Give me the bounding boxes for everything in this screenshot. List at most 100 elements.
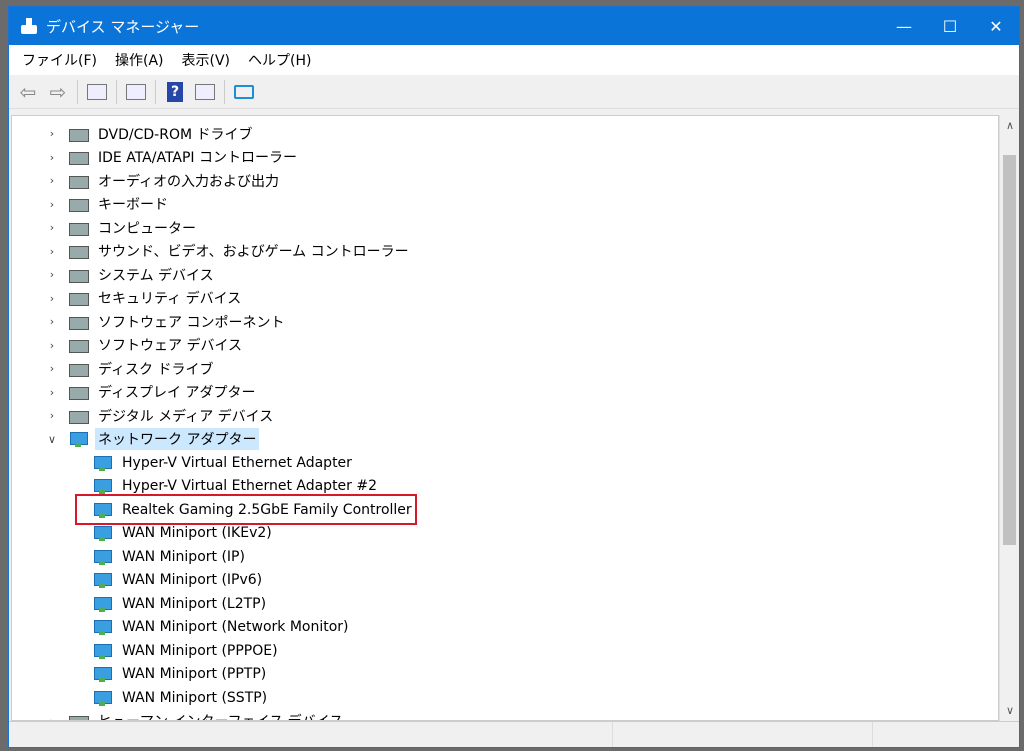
device-manager-window: デバイス マネージャー — ☐ ✕ ファイル(F) 操作(A) 表示(V) ヘル… [8,6,1020,748]
toolbar-separator [77,79,78,104]
device-category-icon [68,267,89,283]
chevron-down-icon[interactable]: ∨ [46,433,58,446]
tree-item-label: WAN Miniport (PPPOE) [122,642,278,659]
chevron-right-icon[interactable]: › [46,409,58,422]
help-icon: ? [167,81,183,102]
tree-item[interactable]: › ソフトウェア コンポーネント [46,310,287,333]
device-category-icon [68,220,89,236]
tree-item-label: ヒューマン インターフェイス デバイス [95,710,346,720]
status-pane [613,722,873,747]
tree-item-label: デジタル メディア デバイス [98,408,274,425]
minimize-button[interactable]: — [881,7,927,45]
tree-item[interactable]: › ソフトウェア デバイス [46,334,245,357]
chevron-right-icon[interactable]: › [46,362,58,375]
title-bar[interactable]: デバイス マネージャー — ☐ ✕ [9,7,1019,45]
show-hide-console-tree-button[interactable] [84,80,110,104]
tree-item[interactable]: Hyper-V Virtual Ethernet Adapter [92,451,355,474]
tree-item[interactable]: › キーボード [46,193,171,216]
forward-button[interactable]: ⇨ [45,80,71,104]
chevron-right-icon[interactable]: › [46,386,58,399]
tree-item[interactable]: WAN Miniport (L2TP) [92,592,269,615]
help-button[interactable]: ? [162,80,188,104]
tree-item-label: ディスプレイ アダプター [98,385,256,401]
tree-item[interactable]: › ディスク ドライブ [46,357,216,380]
menu-action[interactable]: 操作(A) [106,50,173,70]
chevron-right-icon[interactable]: › [46,198,58,211]
chevron-right-icon[interactable]: › [46,151,58,164]
scan-hardware-button[interactable] [231,80,257,104]
highlight-box [75,494,417,525]
tree-item-label: サウンド、ビデオ、およびゲーム コントローラー [98,244,409,260]
tree-item-label: Hyper-V Virtual Ethernet Adapter [122,454,352,471]
device-category-icon [68,337,89,353]
toolbar-separator [224,79,225,104]
run-button[interactable] [192,80,218,104]
tree-item[interactable]: › IDE ATA/ATAPI コントローラー [46,146,300,169]
device-category-icon [68,408,89,424]
scrollbar-thumb[interactable] [1003,155,1016,545]
tree-item[interactable]: ›ヒューマン インターフェイス デバイス [46,710,346,720]
chevron-right-icon[interactable]: › [46,127,58,140]
tree-item-label: IDE ATA/ATAPI コントローラー [98,150,298,166]
device-tree[interactable]: › DVD/CD-ROM ドライブ › IDE ATA/ATAPI コントローラー › オ… [11,115,999,721]
device-category-icon [68,196,89,212]
tree-item[interactable]: WAN Miniport (PPPOE) [92,639,281,662]
properties-button[interactable] [123,80,149,104]
tree-item-label: ソフトウェア デバイス [98,338,243,354]
vertical-scrollbar[interactable]: ∧ ∨ [999,115,1019,721]
tree-item[interactable]: WAN Miniport (IP) [92,545,248,568]
chevron-right-icon[interactable]: › [46,339,58,352]
tree-item-label: システム デバイス [98,267,214,284]
chevron-right-icon[interactable]: › [46,174,58,187]
tree-item[interactable]: › ディスプレイ アダプター [46,381,258,404]
network-adapter-icon [92,572,112,588]
tree-item-label: WAN Miniport (IKEv2) [122,525,272,541]
tree-item[interactable]: WAN Miniport (PPTP) [92,663,269,686]
device-category-icon [68,314,89,330]
chevron-right-icon[interactable]: › [46,221,58,234]
scroll-up-icon[interactable]: ∧ [1000,119,1020,132]
tree-item[interactable]: › システム デバイス [46,263,217,286]
tree-item[interactable]: WAN Miniport (Network Monitor) [92,616,352,639]
tree-item-label: オーディオの入力および出力 [98,173,280,190]
tree-item[interactable]: › デジタル メディア デバイス [46,404,276,427]
network-adapter-icon [92,455,112,471]
menu-help[interactable]: ヘルプ(H) [239,50,320,70]
tree-item-network-adapters[interactable]: ∨ ネットワーク アダプター [46,428,260,451]
menu-view[interactable]: 表示(V) [173,50,240,70]
chevron-right-icon[interactable]: › [46,315,58,328]
scroll-down-icon[interactable]: ∨ [1000,704,1020,717]
tree-item[interactable]: WAN Miniport (SSTP) [92,686,270,709]
scan-monitor-icon [234,84,254,99]
network-adapter-icon [68,431,88,447]
network-adapter-icon [92,690,112,706]
console-tree-icon [87,83,107,100]
toolbar-separator [155,79,156,104]
status-pane [9,722,613,747]
chevron-right-icon[interactable]: › [46,292,58,305]
tree-item[interactable]: › オーディオの入力および出力 [46,169,282,192]
device-category-icon [68,713,89,720]
tree-item-label: セキュリティ デバイス [98,291,242,307]
tree-item[interactable]: › DVD/CD-ROM ドライブ [46,122,256,145]
maximize-button[interactable]: ☐ [927,7,973,45]
tree-item[interactable]: WAN Miniport (IPv6) [92,569,265,592]
menu-bar: ファイル(F) 操作(A) 表示(V) ヘルプ(H) [9,45,1019,75]
tree-item[interactable]: › コンピューター [46,216,199,239]
network-adapter-icon [92,549,112,565]
tree-item[interactable]: › セキュリティ デバイス [46,287,244,310]
status-bar [9,721,1019,747]
menu-file[interactable]: ファイル(F) [13,50,106,70]
network-adapter-icon [92,596,112,612]
tree-item-label: WAN Miniport (IPv6) [122,572,263,588]
tree-item-label: キーボード [98,197,168,213]
close-button[interactable]: ✕ [973,7,1019,45]
toolbar-separator [116,79,117,104]
network-adapter-icon [92,666,112,682]
tree-item[interactable]: › サウンド、ビデオ、およびゲーム コントローラー [46,240,412,263]
chevron-right-icon[interactable]: › [46,268,58,281]
tree-item-label: WAN Miniport (SSTP) [122,689,268,706]
network-adapter-icon [92,478,112,494]
chevron-right-icon[interactable]: › [46,245,58,258]
back-button[interactable]: ⇦ [15,80,41,104]
